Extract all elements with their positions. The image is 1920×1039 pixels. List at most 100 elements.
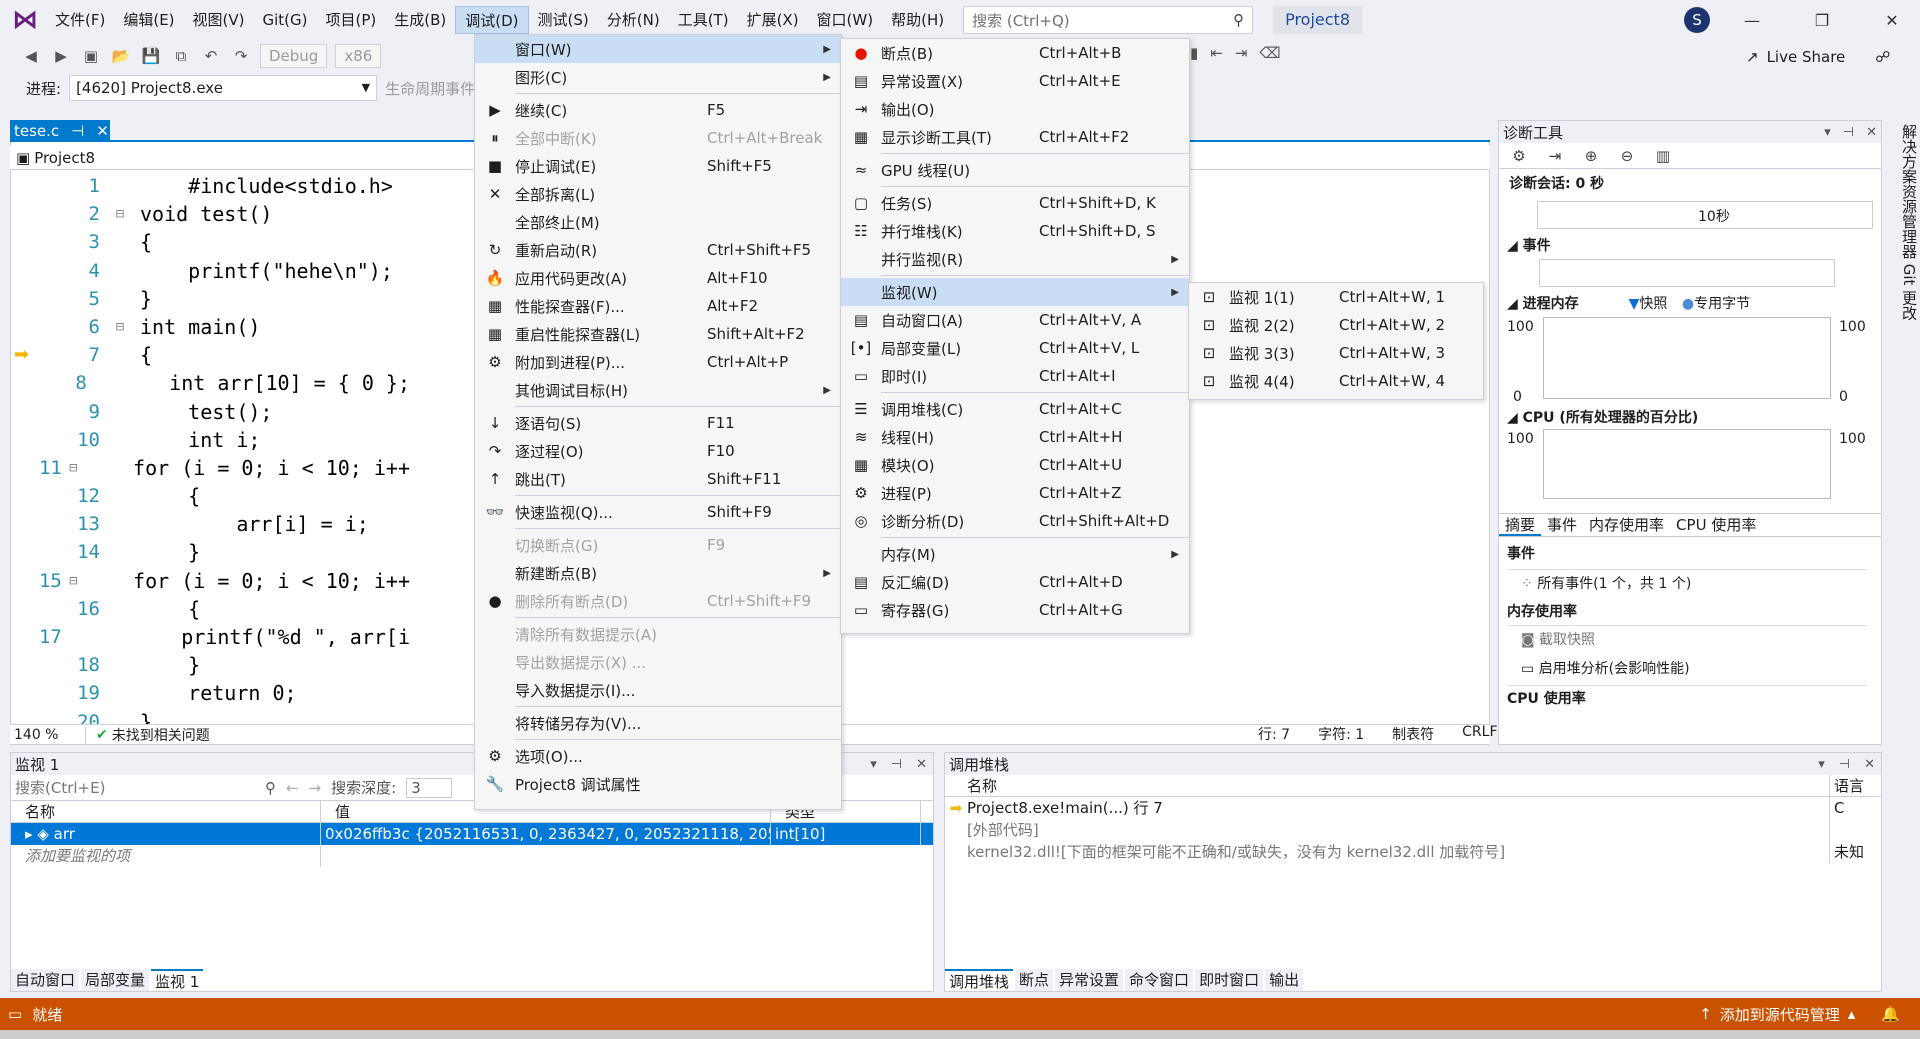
code-line[interactable]: 9 test(); bbox=[10, 398, 410, 426]
debug-menu-item[interactable]: ↑ 跳出(T) Shift+F11 bbox=[475, 465, 841, 493]
issues-status[interactable]: 未找到相关问题 bbox=[112, 725, 210, 745]
debug-menu-item[interactable]: 切换断点(G) F9 bbox=[475, 531, 841, 559]
code-line[interactable]: 8 int arr[10] = { 0 }; bbox=[10, 369, 410, 397]
code-line[interactable]: 5} bbox=[10, 285, 410, 313]
tab-tese-c[interactable]: tese.c ⊣ ✕ bbox=[10, 120, 110, 142]
fold-icon[interactable]: ⊟ bbox=[100, 200, 140, 228]
settings-icon[interactable]: ⚙ bbox=[1507, 145, 1531, 167]
debug-menu-item[interactable]: ▦ 重启性能探查器(L) Shift+Alt+F2 bbox=[475, 320, 841, 348]
window-menu-item[interactable]: ≈ GPU 线程(U) bbox=[841, 156, 1189, 184]
process-combo[interactable]: [4620] Project8.exe ▼ bbox=[69, 75, 378, 101]
debug-menu-item[interactable]: 窗口(W) ▶ bbox=[475, 35, 841, 63]
menu-9[interactable]: 分析(N) bbox=[598, 6, 669, 34]
window-menu-item[interactable]: ▭ 寄存器(G) Ctrl+Alt+G bbox=[841, 596, 1189, 624]
window-menu-item[interactable]: ▤ 异常设置(X) Ctrl+Alt+E bbox=[841, 67, 1189, 95]
nav-project[interactable]: Project8 bbox=[34, 149, 95, 167]
undo-icon[interactable]: ↶ bbox=[200, 45, 222, 67]
code-line[interactable]: 17 printf("%d ", arr[i bbox=[10, 623, 410, 651]
debug-menu-item[interactable]: 其他调试目标(H) ▶ bbox=[475, 376, 841, 404]
fold-icon[interactable]: ⊟ bbox=[100, 313, 140, 341]
zoom-in-icon[interactable]: ⊕ bbox=[1579, 145, 1603, 167]
window-menu-item[interactable]: ▦ 模块(O) Ctrl+Alt+U bbox=[841, 451, 1189, 479]
back-icon[interactable]: ◀ bbox=[20, 45, 42, 67]
window-menu-item[interactable]: 并行监视(R) ▶ bbox=[841, 245, 1189, 273]
callstack-tab-5[interactable]: 即时窗口 bbox=[1195, 969, 1264, 991]
window-menu-item[interactable]: ☰ 调用堆栈(C) Ctrl+Alt+C bbox=[841, 395, 1189, 423]
menu-13[interactable]: 帮助(H) bbox=[882, 6, 953, 34]
menu-6[interactable]: 生成(B) bbox=[385, 6, 455, 34]
notifications-icon[interactable]: 🔔 bbox=[1881, 1005, 1900, 1023]
window-menu-item[interactable]: ▢ 任务(S) Ctrl+Shift+D, K bbox=[841, 189, 1189, 217]
forward-arrow-icon[interactable]: → bbox=[309, 779, 322, 797]
callstack-tab-6[interactable]: 输出 bbox=[1265, 969, 1304, 991]
search-box[interactable]: 搜索 (Ctrl+Q) ⚲ bbox=[963, 6, 1254, 34]
code-line[interactable]: 18 } bbox=[10, 651, 410, 679]
window-menu-item[interactable]: 内存(M) ▶ bbox=[841, 540, 1189, 568]
window-menu-item[interactable]: ▭ 即时(I) Ctrl+Alt+I bbox=[841, 362, 1189, 390]
cs-col-name[interactable]: 名称 bbox=[945, 775, 1830, 796]
debug-menu-item[interactable]: ▦ 性能探查器(F)... Alt+F2 bbox=[475, 292, 841, 320]
watch-tab-2[interactable]: 局部变量 bbox=[81, 969, 150, 991]
save-all-icon[interactable]: ⧉ bbox=[170, 45, 192, 67]
save-icon[interactable]: 💾 bbox=[140, 45, 162, 67]
bookmark-next-icon[interactable]: ⇥ bbox=[1235, 44, 1248, 62]
menu-2[interactable]: 编辑(E) bbox=[114, 6, 183, 34]
code-line[interactable]: 10 int i; bbox=[10, 426, 410, 454]
debug-menu-item[interactable]: 清除所有数据提示(A) bbox=[475, 620, 841, 648]
platform-combo[interactable]: x86 bbox=[335, 44, 382, 68]
fold-icon[interactable]: ⊟ bbox=[62, 567, 85, 595]
watch-menu-item[interactable]: ⊡ 监视 3(3) Ctrl+Alt+W, 3 bbox=[1189, 339, 1483, 367]
memory-chart[interactable] bbox=[1543, 317, 1831, 399]
events-track[interactable] bbox=[1539, 259, 1835, 287]
close-tab-icon[interactable]: ✕ bbox=[96, 120, 109, 142]
watch-menu-item[interactable]: ⊡ 监视 1(1) Ctrl+Alt+W, 1 bbox=[1189, 283, 1483, 311]
pin-icon[interactable]: ⊣ bbox=[71, 120, 84, 142]
menu-5[interactable]: 项目(P) bbox=[317, 6, 386, 34]
pin-icon[interactable]: ⊣ bbox=[1839, 757, 1850, 772]
debug-menu-item[interactable]: ⚙ 附加到进程(P)... Ctrl+Alt+P bbox=[475, 348, 841, 376]
window-menu-item[interactable]: 监视(W) ▶ bbox=[841, 278, 1189, 306]
code-line[interactable]: 2 ⊟ void test() bbox=[10, 200, 410, 228]
code-line[interactable]: 14 } bbox=[10, 538, 410, 566]
close-button[interactable]: ✕ bbox=[1864, 11, 1920, 30]
reset-view-icon[interactable]: ▥ bbox=[1651, 145, 1675, 167]
add-watch-item[interactable]: 添加要监视的项 bbox=[11, 845, 321, 867]
debug-menu-item[interactable]: ↓ 逐语句(S) F11 bbox=[475, 409, 841, 437]
pin-icon[interactable]: ⊣ bbox=[1843, 125, 1854, 140]
callstack-tab-1[interactable]: 调用堆栈 bbox=[945, 969, 1014, 991]
live-share-button[interactable]: ↗ Live Share ☍ bbox=[1746, 48, 1890, 66]
debug-menu-item[interactable]: ▶ 继续(C) F5 bbox=[475, 96, 841, 124]
callstack-tab-4[interactable]: 命令窗口 bbox=[1125, 969, 1194, 991]
diag-tab-2[interactable]: 事件 bbox=[1541, 514, 1583, 536]
code-line[interactable]: 12 { bbox=[10, 482, 410, 510]
visual-studio-logo-icon[interactable]: ⋈ bbox=[12, 7, 38, 33]
watch-menu-item[interactable]: ⊡ 监视 4(4) Ctrl+Alt+W, 4 bbox=[1189, 367, 1483, 395]
debug-menu-item[interactable]: 新建断点(B) ▶ bbox=[475, 559, 841, 587]
search-icon[interactable]: ⚲ bbox=[265, 779, 276, 797]
window-menu-item[interactable]: ≋ 线程(H) Ctrl+Alt+H bbox=[841, 423, 1189, 451]
watch-tab-3[interactable]: 监视 1 bbox=[151, 969, 204, 991]
dropdown-icon[interactable]: ▾ bbox=[870, 757, 877, 772]
debug-menu-item[interactable]: 🔥 应用代码更改(A) Alt+F10 bbox=[475, 264, 841, 292]
callstack-row[interactable]: [外部代码] bbox=[945, 819, 1881, 841]
new-project-icon[interactable]: ▣ bbox=[80, 45, 102, 67]
callstack-tab-3[interactable]: 异常设置 bbox=[1055, 969, 1124, 991]
bookmark-icon[interactable]: ▮ bbox=[1190, 44, 1198, 62]
debug-menu-item[interactable]: 将转储另存为(V)... bbox=[475, 709, 841, 737]
dropdown-icon[interactable]: ▾ bbox=[1818, 757, 1825, 772]
code-line[interactable]: 11 ⊟ for (i = 0; i < 10; i++ bbox=[10, 454, 410, 482]
add-watch-row[interactable]: 添加要监视的项 bbox=[11, 845, 933, 867]
window-menu-item[interactable]: ▤ 反汇编(D) Ctrl+Alt+D bbox=[841, 568, 1189, 596]
close-icon[interactable]: ✕ bbox=[1864, 757, 1875, 772]
forward-icon[interactable]: ▶ bbox=[50, 45, 72, 67]
code-line[interactable]: 1 #include<stdio.h> bbox=[10, 172, 410, 200]
source-control-button[interactable]: 添加到源代码管理 bbox=[1720, 1004, 1840, 1025]
code-lines[interactable]: 1 #include<stdio.h> 2 ⊟ void test() 3{4 prin… bbox=[10, 172, 410, 724]
watch-menu-item[interactable]: ⊡ 监视 2(2) Ctrl+Alt+W, 2 bbox=[1189, 311, 1483, 339]
watch-row[interactable]: ▸ ◈ arr 0x026ffb3c {2052116531, 0, 23634… bbox=[11, 823, 933, 845]
close-icon[interactable]: ✕ bbox=[1866, 125, 1877, 140]
debug-menu-item[interactable]: 👓 快速监视(Q)... Shift+F9 bbox=[475, 498, 841, 526]
debug-menu-item[interactable]: ✕ 全部拆离(L) bbox=[475, 180, 841, 208]
pin-icon[interactable]: ⊣ bbox=[891, 757, 902, 772]
code-line[interactable]: 13 arr[i] = i; bbox=[10, 510, 410, 538]
